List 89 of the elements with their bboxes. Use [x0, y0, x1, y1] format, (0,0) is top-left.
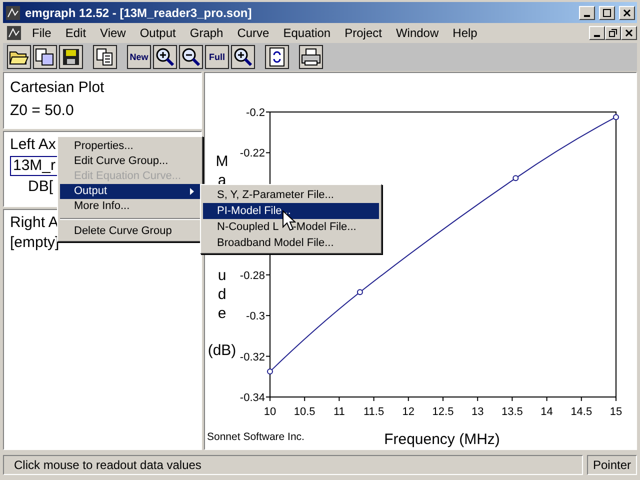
- y-axis-unit: (dB): [208, 342, 236, 359]
- close-button[interactable]: [619, 6, 635, 20]
- curve-name: [empty]: [10, 233, 60, 253]
- window-title: emgraph 12.52 - [13M_reader3_pro.son]: [25, 4, 253, 22]
- x-tick-label: 13.5: [502, 406, 523, 418]
- full-button[interactable]: Full: [205, 45, 229, 69]
- menu-item[interactable]: Curve: [230, 24, 276, 42]
- context-menu-item[interactable]: Properties...: [60, 139, 200, 154]
- minimize-button[interactable]: [589, 26, 605, 40]
- close-button[interactable]: [621, 26, 637, 40]
- x-tick-label: 11.5: [364, 406, 384, 418]
- minimize-button[interactable]: [579, 6, 595, 20]
- y-axis-letter: M: [216, 153, 228, 170]
- minimize-icon: [594, 35, 600, 37]
- y-axis-letter: e: [218, 305, 226, 322]
- menu-item[interactable]: Project: [338, 24, 389, 42]
- status-mode: Pointer: [587, 455, 637, 475]
- x-tick-label: 10: [264, 406, 276, 418]
- menu-item[interactable]: Help: [446, 24, 484, 42]
- document-icon[interactable]: [6, 25, 22, 41]
- zoom-both-button[interactable]: [231, 45, 255, 69]
- y-axis-letter: u: [218, 267, 226, 284]
- x-tick-label: 12.5: [432, 406, 454, 418]
- x-tick-label: 14: [540, 406, 553, 418]
- data-point: [267, 368, 273, 375]
- app-icon: [5, 4, 21, 20]
- submenu-item[interactable]: S, Y, Z-Parameter File...: [203, 187, 379, 203]
- trace-label: DB[: [28, 177, 54, 197]
- submenu-item[interactable]: Broadband Model File...: [203, 235, 379, 251]
- menu-item[interactable]: Output: [132, 24, 183, 42]
- data-point: [613, 114, 619, 120]
- y-axis-letter: d: [218, 286, 226, 303]
- y-tick-label: -0.3: [246, 310, 265, 323]
- refresh-button[interactable]: [265, 45, 289, 69]
- x-tick-label: 14.5: [570, 406, 592, 418]
- x-tick-label: 13: [471, 406, 484, 418]
- x-tick-label: 15: [610, 406, 622, 418]
- printer-icon: [301, 48, 321, 66]
- print-button[interactable]: [299, 45, 323, 69]
- refresh-icon: [268, 47, 286, 67]
- documents-icon: [35, 48, 55, 66]
- save-as-button[interactable]: [33, 45, 57, 69]
- data-point: [512, 175, 519, 182]
- context-menu-item[interactable]: Delete Curve Group: [60, 224, 200, 239]
- plot-info-text: Z0 = 50.0: [10, 101, 75, 121]
- submenu-arrow-icon: [190, 188, 194, 195]
- menu-item[interactable]: Equation: [276, 24, 338, 42]
- zoom-out-button[interactable]: [179, 45, 203, 69]
- status-message: Click mouse to readout data values: [3, 455, 583, 475]
- y-tick-label: -0.34: [240, 392, 265, 404]
- context-menu-item[interactable]: Edit Curve Group...: [60, 154, 200, 169]
- save-button[interactable]: [59, 45, 83, 69]
- open-button[interactable]: [7, 45, 31, 69]
- plot-info-text: Cartesian Plot: [10, 78, 106, 98]
- menu-item[interactable]: File: [25, 24, 58, 42]
- credit-text: Sonnet Software Inc.: [207, 431, 304, 443]
- close-icon: [625, 29, 633, 37]
- context-menu-item[interactable]: More Info...: [60, 199, 200, 214]
- maximize-icon: [603, 8, 611, 16]
- x-tick-label: 11: [334, 406, 345, 418]
- x-tick-label: 12: [402, 406, 415, 418]
- submenu-item[interactable]: PI-Model File...: [203, 203, 379, 219]
- submenu-item[interactable]: N-Coupled L -Model File...: [203, 219, 379, 235]
- minimize-icon: [584, 14, 590, 16]
- y-tick-label: -0.22: [240, 148, 265, 160]
- zoom-in-button[interactable]: [153, 45, 177, 69]
- zoom-in-icon: [155, 47, 175, 67]
- menu-item[interactable]: Edit: [58, 24, 94, 42]
- axis-title: Left Ax: [10, 135, 56, 155]
- new-button[interactable]: New: [127, 45, 151, 69]
- y-tick-label: -0.2: [246, 107, 265, 119]
- zoom-out-icon: [181, 47, 201, 67]
- restore-icon: [609, 29, 617, 37]
- context-menu-item[interactable]: Output: [60, 184, 200, 199]
- copy-icon: [95, 48, 115, 66]
- menu-item[interactable]: Window: [388, 24, 446, 42]
- x-tick-label: 10.5: [294, 406, 316, 418]
- y-tick-label: -0.32: [240, 351, 265, 364]
- y-tick-label: -0.28: [240, 270, 265, 282]
- menu-item[interactable]: View: [93, 24, 133, 42]
- zoom-in-icon: [233, 47, 253, 67]
- x-axis-title: Frequency (MHz): [384, 431, 500, 448]
- copy-button[interactable]: [93, 45, 117, 69]
- restore-button[interactable]: [605, 26, 621, 40]
- floppy-icon: [62, 48, 80, 66]
- data-point: [356, 289, 363, 296]
- maximize-button[interactable]: [599, 6, 615, 20]
- close-icon: [623, 8, 631, 16]
- menu-item[interactable]: Graph: [182, 24, 230, 42]
